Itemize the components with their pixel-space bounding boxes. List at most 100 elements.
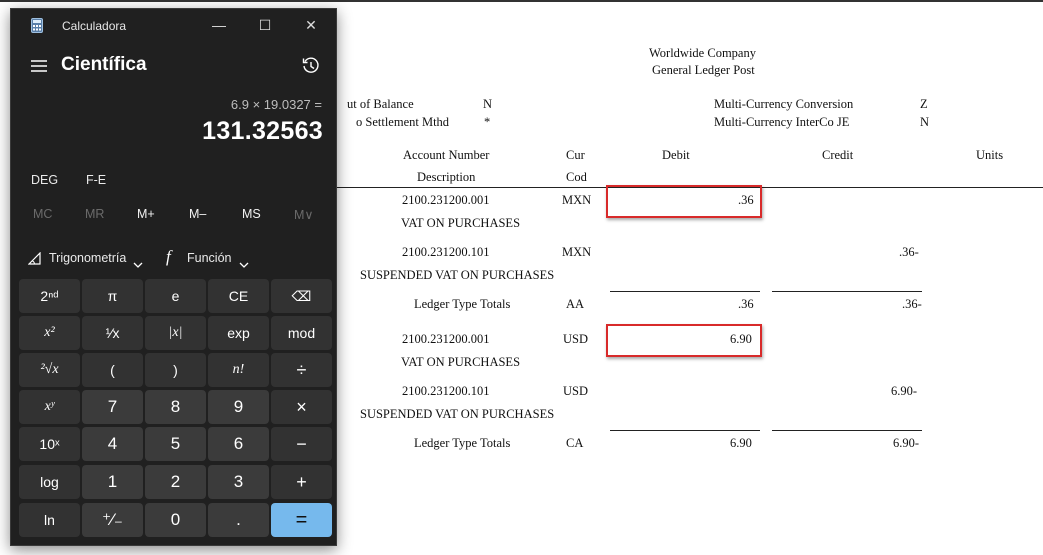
row2-account: 2100.231200.101 — [402, 245, 490, 259]
memory-clear-button[interactable]: MC — [33, 207, 52, 221]
reciprocal-button[interactable]: ¹⁄x — [82, 316, 143, 350]
total1-debit: .36 — [738, 297, 754, 311]
multiply-button[interactable]: × — [271, 390, 332, 424]
negate-button[interactable]: ⁺⁄₋ — [82, 503, 143, 537]
ten-power-button[interactable]: 10ˣ — [19, 427, 80, 461]
fe-button[interactable]: F-E — [86, 173, 106, 187]
total1-credit: .36- — [902, 297, 922, 311]
second-function-button[interactable]: 2ⁿᵈ — [19, 279, 80, 313]
window-title: Calculadora — [62, 19, 127, 33]
trigonometry-dropdown[interactable]: Trigonometría — [49, 251, 126, 265]
field-value-multi-currency-interco: N — [920, 115, 930, 129]
row1-description: VAT ON PURCHASES — [401, 216, 521, 230]
digit-3-button[interactable]: 3 — [208, 465, 269, 499]
calculator-window: Calculadora — ☐ ✕ Científica 6.9 × 19.03… — [10, 8, 337, 546]
add-button[interactable]: + — [271, 465, 332, 499]
subtotal-rule-debit-1 — [610, 291, 760, 292]
memory-recall-button[interactable]: MR — [85, 207, 104, 221]
log-button[interactable]: log — [19, 465, 80, 499]
subtotal-rule-credit-2 — [772, 430, 922, 431]
col-header-description: Description — [417, 170, 476, 184]
power-button[interactable]: xʸ — [19, 390, 80, 424]
angle-mode-button[interactable]: DEG — [31, 173, 58, 187]
subtract-button[interactable]: − — [271, 427, 332, 461]
minimize-button[interactable]: — — [196, 9, 242, 41]
exp-button[interactable]: exp — [208, 316, 269, 350]
memory-list-button[interactable]: M∨ — [294, 207, 314, 222]
memory-add-button[interactable]: M+ — [137, 207, 155, 221]
divide-button[interactable]: ÷ — [271, 353, 332, 387]
total2-code: CA — [566, 436, 584, 450]
history-icon[interactable] — [301, 56, 321, 76]
digit-4-button[interactable]: 4 — [82, 427, 143, 461]
field-label-multi-currency-interco: Multi-Currency InterCo JE — [714, 115, 850, 129]
field-value-settlement-method: * — [484, 115, 491, 129]
factorial-button[interactable]: n! — [208, 353, 269, 387]
field-value-multi-currency-conversion: Z — [920, 97, 928, 111]
field-label-out-of-balance: ut of Balance — [347, 97, 414, 111]
row2-credit: .36- — [899, 245, 919, 259]
top-border — [0, 0, 1043, 2]
digit-1-button[interactable]: 1 — [82, 465, 143, 499]
expression-display: 6.9 × 19.0327 = — [230, 97, 322, 112]
report-title: General Ledger Post — [652, 63, 755, 77]
total1-label: Ledger Type Totals — [414, 297, 511, 311]
row4-currency: USD — [563, 384, 589, 398]
row4-description: SUSPENDED VAT ON PURCHASES — [360, 407, 555, 421]
memory-store-button[interactable]: MS — [242, 207, 261, 221]
decimal-point-button[interactable]: . — [208, 503, 269, 537]
col-header-cur: Cur — [566, 148, 585, 162]
equals-button[interactable]: = — [271, 503, 332, 537]
subtotal-rule-debit-2 — [610, 430, 760, 431]
row1-account: 2100.231200.001 — [402, 193, 490, 207]
clear-entry-button[interactable]: CE — [208, 279, 269, 313]
field-value-out-of-balance: N — [483, 97, 493, 111]
row3-account: 2100.231200.001 — [402, 332, 490, 346]
digit-6-button[interactable]: 6 — [208, 427, 269, 461]
euler-button[interactable]: e — [145, 279, 206, 313]
open-paren-button[interactable]: ( — [82, 353, 143, 387]
col-header-credit: Credit — [822, 148, 854, 162]
total2-debit: 6.90 — [730, 436, 752, 450]
result-display: 131.32563 — [202, 117, 323, 145]
calculator-app-icon — [31, 18, 43, 33]
row3-description: VAT ON PURCHASES — [401, 355, 521, 369]
mod-button[interactable]: mod — [271, 316, 332, 350]
backspace-button[interactable]: ⌫ — [271, 279, 332, 313]
trigonometry-icon — [27, 251, 41, 265]
digit-5-button[interactable]: 5 — [145, 427, 206, 461]
square-button[interactable]: x² — [19, 316, 80, 350]
company-name: Worldwide Company — [649, 46, 756, 60]
col-header-account-number: Account Number — [403, 148, 490, 162]
col-header-units: Units — [976, 148, 1004, 162]
function-dropdown[interactable]: Función — [187, 251, 231, 265]
absolute-value-button[interactable]: |x| — [145, 316, 206, 350]
memory-subtract-button[interactable]: M– — [189, 207, 206, 221]
total1-code: AA — [566, 297, 585, 311]
row2-currency: MXN — [562, 245, 592, 259]
col-header-cod: Cod — [566, 170, 587, 184]
digit-0-button[interactable]: 0 — [145, 503, 206, 537]
subtotal-rule-credit-1 — [772, 291, 922, 292]
row2-description: SUSPENDED VAT ON PURCHASES — [360, 268, 555, 282]
total2-label: Ledger Type Totals — [414, 436, 511, 450]
digit-7-button[interactable]: 7 — [82, 390, 143, 424]
row3-currency: USD — [563, 332, 589, 346]
hamburger-menu-icon[interactable] — [30, 59, 48, 73]
pi-button[interactable]: π — [82, 279, 143, 313]
field-label-multi-currency-conversion: Multi-Currency Conversion — [714, 97, 854, 111]
close-button[interactable]: ✕ — [288, 9, 334, 41]
digit-8-button[interactable]: 8 — [145, 390, 206, 424]
close-paren-button[interactable]: ) — [145, 353, 206, 387]
row4-credit: 6.90- — [891, 384, 918, 398]
digit-2-button[interactable]: 2 — [145, 465, 206, 499]
row1-currency: MXN — [562, 193, 592, 207]
function-icon: f — [166, 247, 171, 266]
square-root-button[interactable]: ²√x — [19, 353, 80, 387]
digit-9-button[interactable]: 9 — [208, 390, 269, 424]
highlight-box-usd-debit — [606, 324, 762, 357]
calculator-mode-title: Científica — [61, 54, 147, 75]
maximize-button[interactable]: ☐ — [242, 9, 288, 41]
natural-log-button[interactable]: ln — [19, 503, 80, 537]
row4-account: 2100.231200.101 — [402, 384, 490, 398]
